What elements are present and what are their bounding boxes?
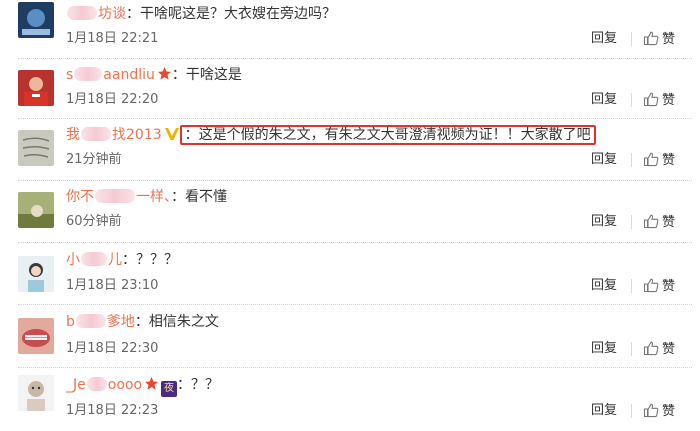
thumbs-up-icon (643, 31, 659, 46)
username-link[interactable]: 我找2013 (66, 127, 162, 143)
username-link[interactable]: s aandliu (66, 67, 155, 83)
comment-text: ：？？ (177, 377, 220, 393)
comment-time: 21分钟前 (66, 152, 122, 167)
comment-time: 1月18日 22:21 (66, 31, 159, 46)
night-badge-icon[interactable]: 夜 (161, 381, 178, 397)
action-divider (631, 153, 632, 167)
comment-text: ：这是个假的朱之文，有朱之文大哥澄清视频为证！！大家散了吧 (179, 125, 596, 145)
comment-time: 1月18日 23:10 (66, 278, 159, 293)
comment-item: b 爹地：相信朱之文 1月18日 22:30 回复 赞 (0, 306, 700, 368)
comment-text: ：干啥这是 (171, 67, 242, 83)
row-divider (18, 118, 692, 119)
blurred-name-mask (81, 127, 111, 141)
reply-button[interactable]: 回复 (591, 340, 617, 358)
thumbs-up-icon (643, 214, 659, 229)
like-button[interactable]: 赞 (643, 277, 675, 295)
reply-button[interactable]: 回复 (591, 30, 617, 48)
like-button[interactable]: 赞 (643, 151, 675, 169)
reply-button[interactable]: 回复 (591, 402, 617, 420)
blurred-name-mask (81, 252, 107, 266)
like-button[interactable]: 赞 (643, 402, 675, 420)
star-badge-icon[interactable] (157, 66, 172, 81)
username-link[interactable]: b 爹地 (66, 314, 135, 330)
thumbs-up-icon (643, 403, 659, 418)
star-badge-icon[interactable] (144, 376, 159, 391)
comment-time: 1月18日 22:20 (66, 92, 159, 107)
row-divider (18, 367, 692, 368)
action-divider (631, 93, 632, 107)
comment-text: ：相信朱之文 (134, 314, 219, 330)
row-divider (18, 242, 692, 243)
thumbs-up-icon (643, 278, 659, 293)
blurred-name-mask (86, 377, 107, 391)
action-divider (631, 404, 632, 418)
comment-item: 你不 一样、：看不懂 60分钟前 回复 赞 (0, 182, 700, 244)
username-link[interactable]: 小儿 (66, 252, 122, 268)
reply-button[interactable]: 回复 (591, 151, 617, 169)
avatar[interactable] (18, 2, 54, 38)
like-button[interactable]: 赞 (643, 30, 675, 48)
row-divider (18, 58, 692, 59)
reply-button[interactable]: 回复 (591, 277, 617, 295)
blurred-name-mask (95, 189, 135, 203)
thumbs-up-icon (643, 92, 659, 107)
action-divider (631, 215, 632, 229)
like-button[interactable]: 赞 (643, 340, 675, 358)
comment-item: 我找2013 ：这是个假的朱之文，有朱之文大哥澄清视频为证！！大家散了吧 21分钟… (0, 120, 700, 182)
like-button[interactable]: 赞 (643, 213, 675, 231)
comment-time: 60分钟前 (66, 214, 122, 229)
reply-button[interactable]: 回复 (591, 213, 617, 231)
comment-text: ：干啥呢这是？大衣嫂在旁边吗？ (126, 6, 336, 22)
comment-item: _Je oooo 夜：？？ 1月18日 22:23 回复 赞 (0, 369, 700, 431)
username-link[interactable]: _Je oooo (66, 377, 142, 393)
blurred-name-mask (74, 67, 103, 81)
row-divider (18, 180, 692, 181)
thumbs-up-icon (643, 152, 659, 167)
avatar[interactable] (18, 256, 54, 292)
action-divider (631, 342, 632, 356)
username-link[interactable]: 坊谈 (66, 6, 126, 22)
avatar[interactable] (18, 318, 54, 354)
username-link[interactable]: 你不 一样、 (66, 189, 171, 205)
thumbs-up-icon (643, 341, 659, 356)
blurred-name-mask (75, 314, 106, 328)
avatar[interactable] (18, 130, 54, 166)
comment-item: s aandliu ：干啥这是 1月18日 22:20 回复 赞 (0, 60, 700, 122)
comment-item: 小儿：？？？ 1月18日 23:10 回复 赞 (0, 244, 700, 306)
vip-badge-icon[interactable] (164, 126, 180, 141)
comment-item: 坊谈：干啥呢这是？大衣嫂在旁边吗？ 1月18日 22:21 回复 赞 (0, 0, 700, 62)
like-button[interactable]: 赞 (643, 91, 675, 109)
comment-time: 1月18日 22:23 (66, 403, 159, 418)
avatar[interactable] (18, 375, 54, 411)
comment-text: ：？？？ (122, 252, 178, 268)
avatar[interactable] (18, 192, 54, 228)
action-divider (631, 279, 632, 293)
blurred-name-mask (67, 6, 97, 20)
comment-time: 1月18日 22:30 (66, 341, 159, 356)
comment-text: ：看不懂 (171, 189, 227, 205)
row-divider (18, 304, 692, 305)
reply-button[interactable]: 回复 (591, 91, 617, 109)
action-divider (631, 32, 632, 46)
avatar[interactable] (18, 70, 54, 106)
